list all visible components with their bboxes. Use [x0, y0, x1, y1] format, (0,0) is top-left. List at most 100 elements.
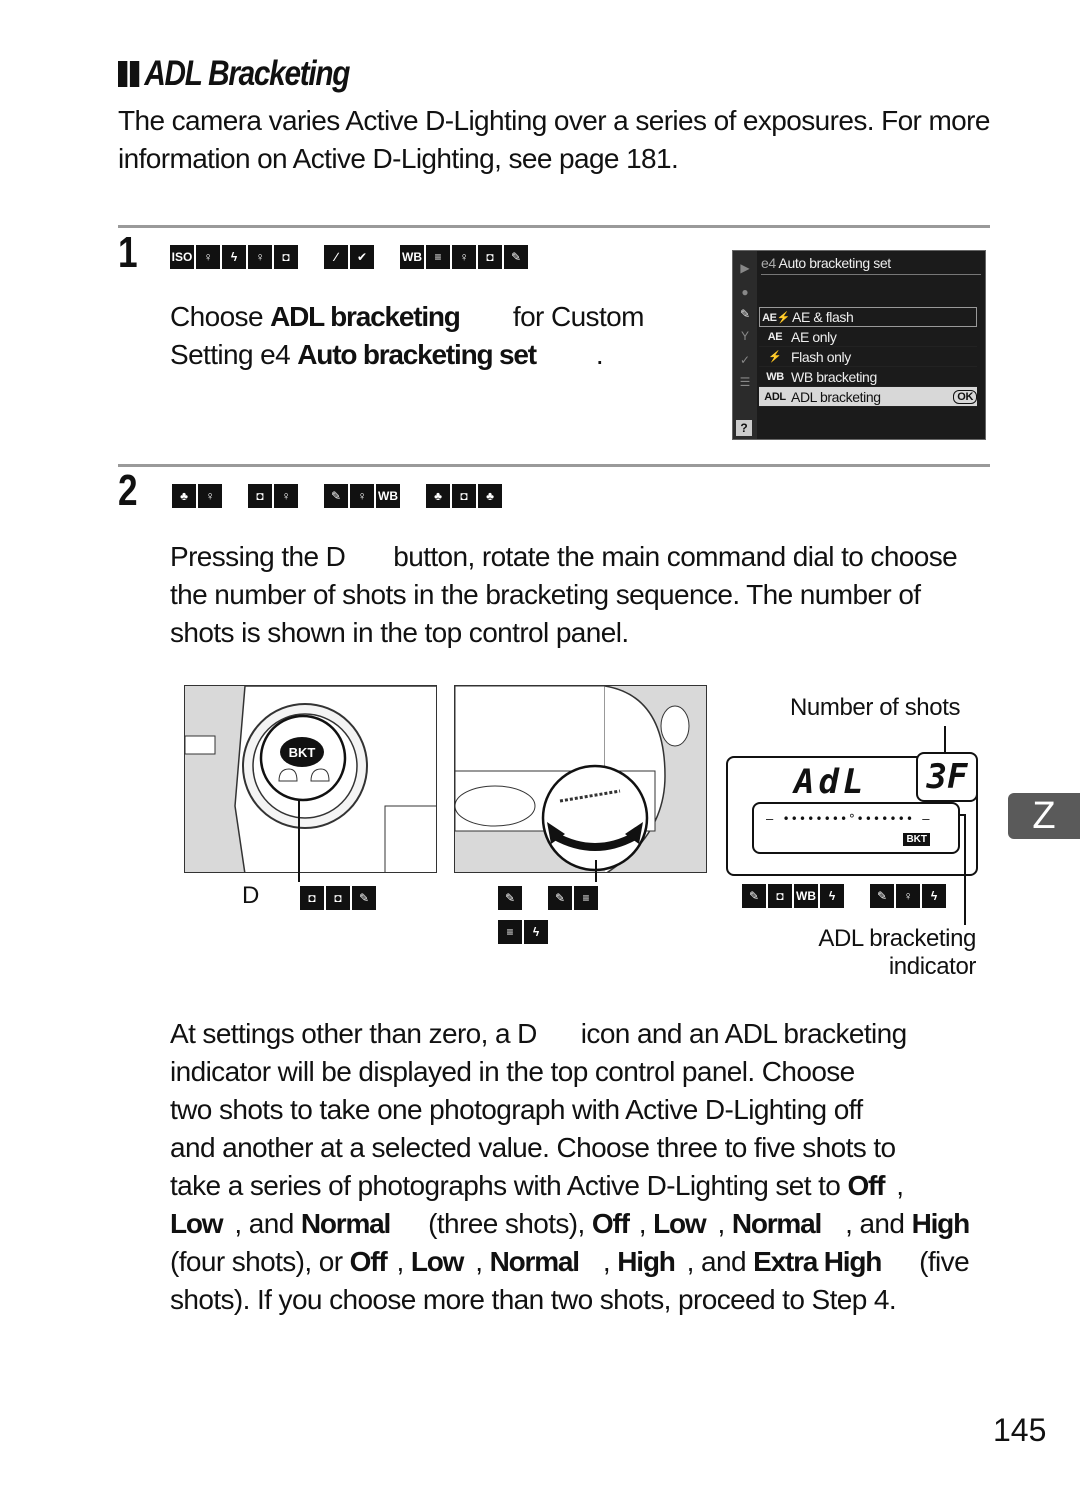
camera-menu-screenshot: ▶ ● ✎ Y ✓ ☰ ? e4 Auto bracketing set AE⚡…	[732, 250, 986, 440]
option-low: Low	[410, 1246, 465, 1277]
menu-item-label: WB bracketing	[791, 368, 877, 385]
text: , and	[686, 1246, 754, 1277]
stack-icon: ≡	[574, 886, 598, 910]
playback-icon: ▶	[740, 261, 750, 275]
menu-sidebar: ▶ ● ✎ Y ✓ ☰ ?	[733, 251, 757, 439]
menu-title-text: Auto bracketing set	[778, 255, 892, 271]
menu-item-wb-bracketing[interactable]: WB WB bracketing	[759, 367, 977, 387]
text: Pressing the D	[170, 541, 346, 572]
mic-icon: ♀	[274, 484, 298, 508]
label-adl-indicator: ADL bracketing indicator	[800, 925, 976, 981]
pencil-icon: ✎	[739, 307, 751, 321]
option-low: Low	[653, 1208, 707, 1239]
retouch-icon: ✓	[739, 353, 751, 367]
menu-item-label: Flash only	[791, 348, 851, 365]
menu-item-label: ADL bracketing	[791, 388, 881, 405]
flash-icon: ⚡	[768, 351, 782, 363]
dial-drawing	[455, 686, 690, 872]
command-dial-illustration	[454, 685, 707, 873]
intro-paragraph: The camera varies Active D-Lighting over…	[118, 105, 990, 174]
step2-paragraph: At settings other than zero, a D icon and…	[170, 1015, 1000, 1319]
option-extra-high: Extra High	[753, 1246, 882, 1277]
label-line: ADL bracketing	[818, 925, 976, 952]
label-number-of-shots: Number of shots	[790, 694, 961, 721]
step1-text: Choose ADL bracketing for Custom Setting…	[170, 298, 710, 374]
menu-option-name: ADL bracketing	[270, 301, 461, 332]
leader-tick	[958, 814, 966, 816]
leader-line	[964, 815, 966, 925]
step1-glyph-row: ISO ♀ ϟ ♀ ◘ ∕ ✔ WB ≡ ♀ ◘ ✎	[170, 245, 528, 269]
text: two shots to take one photograph with Ac…	[170, 1094, 863, 1125]
camera-icon: ◘	[248, 484, 272, 508]
lcd-caption-glyphs: ✎ ◘ WB ϟ ✎ ♀ ϟ	[742, 884, 946, 908]
text: take a series of photographs with Active…	[170, 1170, 848, 1201]
option-normal: Normal	[489, 1246, 580, 1277]
pen-icon: ✎	[324, 484, 348, 508]
iso-icon: ISO	[170, 245, 194, 269]
menu-item-adl-bracketing[interactable]: ADL ADL bracketing OK	[759, 387, 977, 407]
text: (three shots),	[428, 1208, 592, 1239]
wb-icon: WB	[400, 245, 424, 269]
stack-icon: ≡	[498, 920, 522, 944]
section-title-text: ADL Bracketing	[144, 54, 350, 93]
camera-icon: ◘	[452, 484, 476, 508]
mic-icon: ♀	[196, 245, 220, 269]
bkt-icon: BKT	[903, 833, 930, 846]
option-off: Off	[847, 1170, 885, 1201]
camera-icon: ◘	[326, 886, 350, 910]
menu-setting-name: Auto bracketing set	[297, 339, 537, 370]
lcd-adl-text: AdL	[794, 762, 868, 802]
dial-caption-glyphs-1: ✎ ✎ ≡	[498, 886, 598, 910]
label-line: indicator	[888, 953, 977, 980]
text: Choose	[170, 301, 271, 332]
step-number: 2	[118, 466, 138, 515]
text: and another at a selected value. Choose …	[170, 1132, 896, 1163]
ok-icon: OK	[953, 389, 977, 404]
mic-icon: ♀	[896, 884, 920, 908]
check-icon: ✔	[350, 245, 374, 269]
pen-icon: ✎	[352, 886, 376, 910]
divider	[118, 464, 990, 467]
mic-icon: ♀	[198, 484, 222, 508]
sprout-icon: ♣	[478, 484, 502, 508]
step2-text: Pressing the Dbutton, rotate the main co…	[170, 538, 990, 652]
text: (five	[919, 1246, 970, 1277]
divider	[118, 225, 990, 228]
option-low: Low	[170, 1208, 224, 1239]
pen-icon: ✎	[742, 884, 766, 908]
shooting-icon: ●	[741, 285, 749, 299]
wb-icon: WB	[794, 884, 818, 908]
section-marker-icon	[118, 61, 140, 87]
help-icon: ?	[736, 420, 752, 436]
text: , and	[845, 1208, 912, 1239]
flash-icon: ϟ	[922, 884, 946, 908]
mic-icon: ♀	[350, 484, 374, 508]
menu-title: e4 Auto bracketing set	[761, 253, 981, 275]
text: , and	[234, 1208, 301, 1239]
lcd-number-of-shots: 3F	[916, 752, 978, 802]
text: shots). If you choose more than two shot…	[170, 1284, 897, 1315]
text: .	[595, 339, 604, 370]
menu-item-flash-only[interactable]: ⚡ Flash only	[759, 347, 977, 367]
option-off: Off	[591, 1208, 630, 1239]
bkt-button-label: BKT	[289, 745, 316, 760]
text: (four shots), or	[170, 1246, 350, 1277]
pen-icon: ✎	[498, 886, 522, 910]
chapter-tab[interactable]: Z	[1008, 793, 1080, 839]
sprout-icon: ♣	[172, 484, 196, 508]
lcd-exposure-indicator: – ••••••••°••••••• – BKT	[752, 802, 960, 854]
step2-glyph-row: ♣ ♀ ◘ ♀ ✎ ♀ WB ♣ ◘ ♣	[172, 484, 502, 508]
step-number: 1	[118, 228, 138, 277]
menu-item-label: AE only	[791, 328, 837, 345]
pen-icon: ✎	[870, 884, 894, 908]
button-caption: D	[242, 882, 259, 909]
option-normal: Normal	[300, 1208, 391, 1239]
text: icon and an ADL bracketing	[580, 1018, 907, 1049]
leader-line	[595, 860, 597, 882]
camera-icon: ◘	[300, 886, 324, 910]
sprout-icon: ♣	[426, 484, 450, 508]
button-caption-glyphs: ◘ ◘ ✎	[300, 886, 376, 910]
menu-item-ae-only[interactable]: AE AE only	[759, 327, 977, 347]
menu-item-ae-flash[interactable]: AE⚡ AE & flash	[759, 307, 977, 327]
camera-icon: ◘	[768, 884, 792, 908]
